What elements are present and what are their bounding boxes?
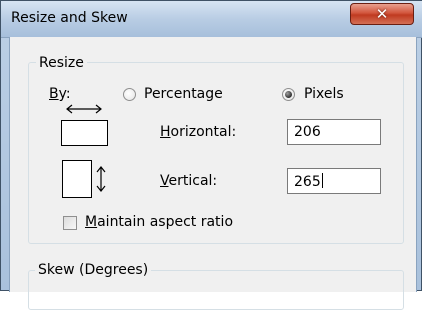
- by-label-rest: y:: [58, 86, 71, 102]
- resize-group-label: Resize: [36, 55, 87, 71]
- vertical-label-accel: V: [160, 173, 169, 189]
- by-label: By:: [49, 86, 71, 102]
- percentage-label[interactable]: Percentage: [144, 86, 223, 102]
- close-button[interactable]: ✕: [350, 3, 414, 25]
- pixels-radio[interactable]: [282, 88, 295, 101]
- text-caret: [321, 173, 323, 188]
- percentage-radio[interactable]: [123, 88, 136, 101]
- horizontal-label: Horizontal:: [160, 124, 236, 140]
- horizontal-input-value: 206: [294, 124, 321, 140]
- pixels-label[interactable]: Pixels: [304, 86, 344, 102]
- window-title: Resize and Skew: [11, 10, 128, 26]
- skew-group-label: Skew (Degrees): [35, 262, 152, 278]
- horizontal-label-accel: H: [160, 124, 171, 140]
- vertical-size-illustration: [62, 160, 92, 198]
- vertical-label: Vertical:: [160, 173, 217, 189]
- horizontal-input[interactable]: 206: [287, 119, 381, 145]
- vertical-label-rest: ertical:: [168, 173, 218, 189]
- maintain-aspect-label[interactable]: Maintain aspect ratio: [85, 214, 233, 230]
- vertical-resize-arrow-icon: [96, 166, 106, 192]
- by-label-accel: B: [49, 86, 59, 102]
- close-icon: ✕: [375, 4, 389, 23]
- maintain-aspect-checkbox[interactable]: [63, 216, 77, 230]
- horizontal-size-illustration: [61, 120, 108, 146]
- maintain-aspect-accel: M: [85, 214, 98, 230]
- vertical-input-value: 265: [294, 174, 321, 190]
- maintain-aspect-rest: aintain aspect ratio: [97, 214, 234, 230]
- horizontal-label-rest: orizontal:: [170, 124, 237, 140]
- title-bar[interactable]: Resize and Skew ✕: [1, 1, 422, 38]
- vertical-input[interactable]: 265: [287, 168, 381, 194]
- horizontal-resize-arrow-icon: [66, 104, 102, 114]
